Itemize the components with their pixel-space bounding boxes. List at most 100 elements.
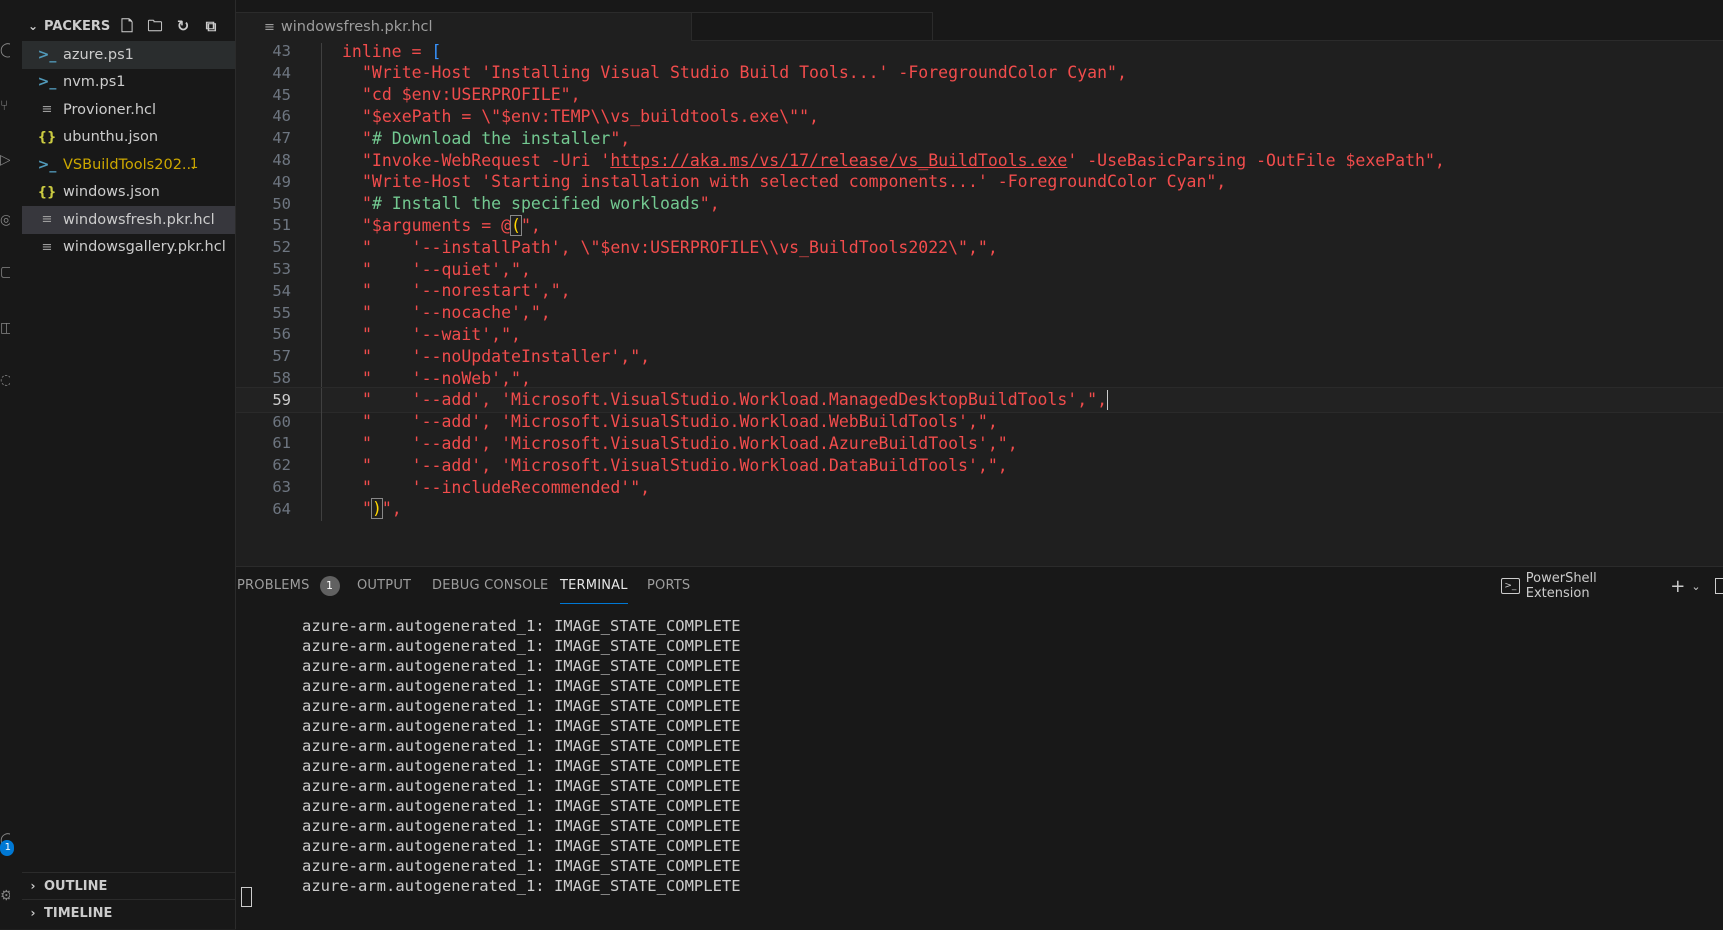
code-text: "Invoke-WebRequest -Uri 'https://aka.ms/… xyxy=(362,151,1445,170)
terminal-cursor xyxy=(241,887,252,907)
panel-tab-ports[interactable]: PORTS xyxy=(647,567,690,605)
code-line[interactable]: 50 "# Install the specified workloads", xyxy=(236,191,1723,216)
chevron-down-icon[interactable]: ⌄ xyxy=(1691,580,1700,593)
code-line[interactable]: 55 " '--nocache',", xyxy=(236,300,1723,325)
file-item[interactable]: {} ubunthu.json xyxy=(22,124,235,152)
code-line[interactable]: 46 "$exePath = \"$env:TEMP\\vs_buildtools… xyxy=(236,104,1723,129)
indent-guide xyxy=(321,235,322,260)
extensions-icon[interactable]: ▢ xyxy=(0,264,10,280)
text-cursor xyxy=(1107,390,1109,411)
terminal-line: azure-arm.autogenerated_1: IMAGE_STATE_C… xyxy=(302,757,741,775)
code-line[interactable]: 56 " '--wait',", xyxy=(236,322,1723,347)
line-number: 54 xyxy=(272,281,291,300)
editor-tab-windowsfresh[interactable]: ≡ windowsfresh.pkr.hcl xyxy=(236,12,692,41)
remote-explorer-icon[interactable]: ◎ xyxy=(0,212,10,228)
file-item[interactable]: ≡ windowsgallery.pkr.hcl xyxy=(22,234,235,262)
line-number: 49 xyxy=(272,172,291,191)
line-number: 47 xyxy=(272,129,291,148)
panel-tab-terminal[interactable]: TERMINAL xyxy=(560,567,628,604)
code-line[interactable]: 53 " '--quiet',", xyxy=(236,257,1723,281)
code-token: " '--wait',", xyxy=(362,324,521,344)
chevron-down-icon: ⌄ xyxy=(27,19,39,33)
new-terminal-plus-icon[interactable]: + xyxy=(1670,576,1685,597)
code-token: # Download the installer xyxy=(371,128,611,148)
editor-tab-hidden[interactable] xyxy=(692,12,933,41)
code-link[interactable]: https://aka.ms/vs/17/release/vs_BuildToo… xyxy=(610,151,1067,170)
file-item[interactable]: >_ azure.ps1 xyxy=(22,41,235,69)
file-label: azure.ps1 xyxy=(63,46,134,63)
panel-tab-output[interactable]: OUTPUT xyxy=(357,567,411,605)
code-line[interactable]: 61 " '--add', 'Microsoft.VisualStudio.Wor… xyxy=(236,431,1723,456)
new-folder-icon[interactable]: 🗀 xyxy=(146,17,164,35)
code-line[interactable]: 54 " '--norestart',", xyxy=(236,278,1723,303)
collapse-all-icon[interactable]: ⧉ xyxy=(202,17,220,35)
code-line[interactable]: 44 "Write-Host 'Installing Visual Studio … xyxy=(236,60,1723,85)
file-item[interactable]: {} windows.json xyxy=(22,179,235,207)
code-line[interactable]: 64 ")", xyxy=(236,496,1723,521)
code-line[interactable]: 47 "# Download the installer", xyxy=(236,126,1723,151)
testing-icon[interactable]: ◫ xyxy=(0,320,10,336)
code-text: " '--quiet',", xyxy=(362,260,531,279)
code-text: "Write-Host 'Installing Visual Studio Bu… xyxy=(362,63,1127,82)
code-line[interactable]: 45 "cd $env:USERPROFILE", xyxy=(236,82,1723,107)
panel-actions: >_ PowerShell Extension + ⌄ xyxy=(1501,567,1723,605)
code-line[interactable]: 60 " '--add', 'Microsoft.VisualStudio.Wor… xyxy=(236,409,1723,434)
panel-tab-label: TERMINAL xyxy=(560,578,628,593)
split-terminal-icon[interactable] xyxy=(1714,578,1723,594)
docker-icon[interactable]: ◌ xyxy=(0,372,10,388)
code-line[interactable]: 52 " '--installPath', \"$env:USERPROFILE\… xyxy=(236,235,1723,260)
terminal-line: azure-arm.autogenerated_1: IMAGE_STATE_C… xyxy=(302,637,741,655)
activity-bar: ◯ ⑂ ▷ ◎ ▢ ◫ ◌ ◯ 1 ⚙ xyxy=(0,0,23,929)
indent-guide xyxy=(321,278,322,303)
code-line[interactable]: 62 " '--add', 'Microsoft.VisualStudio.Wor… xyxy=(236,453,1723,478)
line-number: 57 xyxy=(272,347,291,366)
panel-tab-debug-console[interactable]: DEBUG CONSOLE xyxy=(432,567,548,605)
file-label: ubunthu.json xyxy=(63,129,159,146)
code-text: " '--includeRecommended'", xyxy=(362,478,650,497)
code-line[interactable]: 57 " '--noUpdateInstaller',", xyxy=(236,344,1723,369)
manage-gear-icon[interactable]: ⚙ xyxy=(0,888,10,904)
refresh-icon[interactable]: ↻ xyxy=(174,17,192,35)
code-line[interactable]: 63 " '--includeRecommended'", xyxy=(236,475,1723,499)
outline-section-header[interactable]: › OUTLINE xyxy=(22,872,235,899)
code-token: " '--installPath', \"$env:USERPROFILE\\v… xyxy=(362,237,998,257)
code-line[interactable]: 48 "Invoke-WebRequest -Uri 'https://aka.m… xyxy=(236,148,1723,172)
json-file-icon: {} xyxy=(37,129,57,145)
code-token: ( xyxy=(510,214,522,236)
explorer-folder-header[interactable]: ⌄ PACKERS 🗋 🗀 ↻ ⧉ xyxy=(22,13,235,39)
tab-label: windowsfresh.pkr.hcl xyxy=(280,19,433,35)
code-line[interactable]: 51 "$arguments = @(", xyxy=(236,213,1723,238)
explorer-sidebar: ⌄ PACKERS 🗋 🗀 ↻ ⧉ >_ azure.ps1 >_ nvm.ps1 ≡ P… xyxy=(22,0,236,929)
line-number: 50 xyxy=(272,194,291,213)
text-file-icon: ≡ xyxy=(41,239,53,255)
indent-guide xyxy=(321,387,322,412)
code-text: inline = [ xyxy=(342,43,441,61)
file-item[interactable]: >_ VSBuildTools202... 1 xyxy=(22,151,235,179)
line-number: 55 xyxy=(272,303,291,322)
code-line[interactable]: 49 "Write-Host 'Starting installation wit… xyxy=(236,169,1723,194)
file-lines-icon: ≡ xyxy=(264,19,275,35)
terminal-output[interactable]: azure-arm.autogenerated_1: IMAGE_STATE_C… xyxy=(236,617,1723,930)
file-item[interactable]: ≡ windowsfresh.pkr.hcl xyxy=(22,206,235,234)
code-line[interactable]: 58 " '--noWeb',", xyxy=(236,366,1723,390)
code-token: "cd $env:USERPROFILE", xyxy=(362,85,581,105)
new-file-icon[interactable]: 🗋 xyxy=(118,17,136,35)
code-line[interactable]: 59 " '--add', 'Microsoft.VisualStudio.Wor… xyxy=(236,386,1723,413)
file-item[interactable]: >_ nvm.ps1 xyxy=(22,69,235,97)
file-item[interactable]: ≡ Provioner.hcl xyxy=(22,96,235,124)
code-editor[interactable]: 43 inline = [44 "Write-Host 'Installing Vi… xyxy=(236,43,1723,565)
chevron-right-icon: › xyxy=(30,879,36,893)
terminal-shell-label[interactable]: PowerShell Extension xyxy=(1526,571,1655,601)
code-text: " '--add', 'Microsoft.VisualStudio.Workl… xyxy=(362,434,1018,453)
timeline-section-header[interactable]: › TIMELINE xyxy=(22,899,235,926)
panel-tab-bar: PROBLEMS 1 OUTPUT DEBUG CONSOLE TERMINAL PORT… xyxy=(236,567,1723,605)
search-icon[interactable]: ◯ xyxy=(0,42,10,58)
source-control-icon[interactable]: ⑂ xyxy=(0,98,10,114)
panel-tab-problems[interactable]: PROBLEMS 1 xyxy=(237,567,340,605)
code-text: " '--norestart',", xyxy=(362,281,571,300)
run-debug-icon[interactable]: ▷ xyxy=(0,152,10,168)
powershell-file-icon: >_ xyxy=(37,156,57,173)
line-number: 52 xyxy=(272,238,291,257)
terminal-line: azure-arm.autogenerated_1: IMAGE_STATE_C… xyxy=(302,677,741,695)
terminal-line: azure-arm.autogenerated_1: IMAGE_STATE_C… xyxy=(302,697,741,715)
